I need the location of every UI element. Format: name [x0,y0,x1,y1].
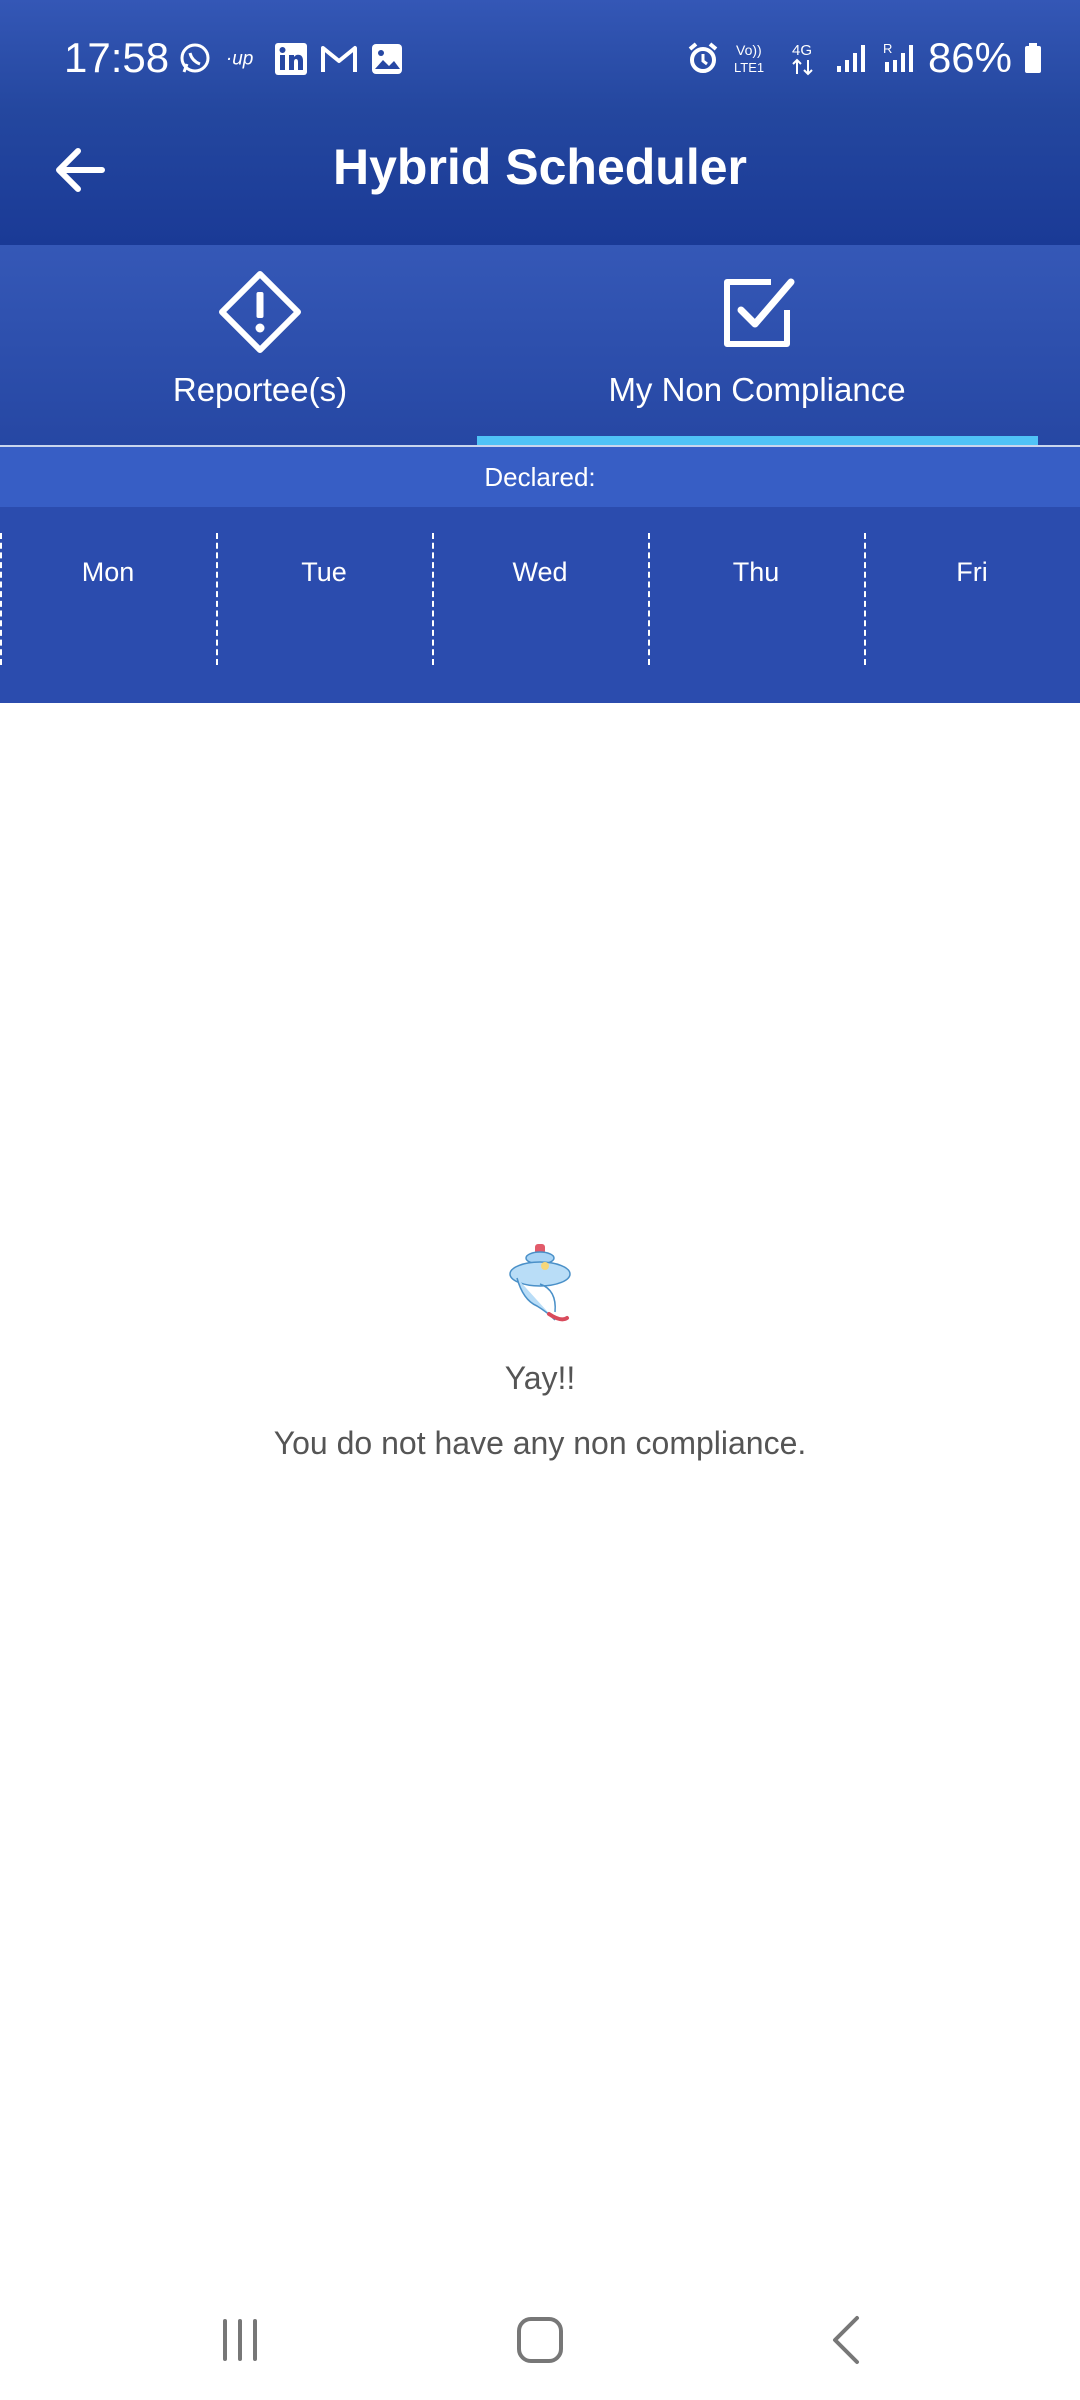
status-bar: 17:58 ·up Vo)) LTE1 4G R 86% [0,0,1080,120]
genie-icon [495,1240,585,1340]
home-icon [517,2317,563,2363]
tab-my-non-compliance-label: My Non Compliance [608,371,906,408]
app-header: 17:58 ·up Vo)) LTE1 4G R 86% Hybrid Sche… [0,0,1080,245]
svg-text:LTE1: LTE1 [734,60,764,75]
checkbox-icon [714,269,800,355]
page-title: Hybrid Scheduler [333,139,747,195]
day-column-thu: Thu [648,533,864,665]
battery-percentage: 86% [927,34,1012,81]
day-label: Wed [512,557,568,587]
gmail-icon [320,40,358,78]
alarm-icon [684,39,722,77]
svg-text:R: R [883,41,892,56]
signal-icon [832,39,870,77]
empty-state-title: Yay!! [504,1360,576,1396]
recents-icon [223,2319,257,2361]
svg-text:Vo)): Vo)) [736,42,762,58]
battery-icon [1022,39,1044,77]
day-column-fri: Fri [864,533,1080,665]
tab-bar: Reportee(s) My Non Compliance [0,245,1080,445]
linkedin-icon [272,40,310,78]
selected-tab-indicator [477,436,1038,445]
system-status-icons: Vo)) LTE1 4G R 86% [684,34,1044,82]
back-icon [833,2316,859,2364]
tab-my-non-compliance[interactable]: My Non Compliance [497,245,1017,445]
empty-state-message: You do not have any non compliance. [273,1425,807,1461]
recents-button[interactable] [190,2300,290,2380]
status-time: 17:58 [64,34,170,81]
tab-reportees[interactable]: Reportee(s) [0,245,520,445]
day-label: Mon [81,557,135,587]
svg-text:4G: 4G [792,42,812,59]
empty-state: Yay!! You do not have any non compliance… [0,1240,1080,1462]
volte-icon: Vo)) LTE1 [732,39,774,77]
4g-icon: 4G [784,39,822,77]
notification-icons: ·up [176,40,406,78]
day-column-mon: Mon [0,533,216,665]
day-column-tue: Tue [216,533,432,665]
day-label: Tue [301,557,347,587]
tab-reportees-label: Reportee(s) [172,371,348,408]
day-label: Thu [732,557,780,587]
home-button[interactable] [490,2300,590,2380]
day-column-wed: Wed [432,533,648,665]
days-panel: Mon Tue Wed Thu Fri [0,507,1080,703]
declared-bar: Declared: [0,447,1080,507]
declared-label: Declared: [484,461,596,492]
warning-diamond-icon [217,269,303,355]
whatsapp-icon [176,40,214,78]
system-navigation-bar [0,2280,1080,2400]
up-icon: ·up [224,40,262,78]
signal-roaming-icon: R [880,39,918,77]
nav-back-button[interactable] [795,2300,895,2380]
gallery-icon [368,40,406,78]
svg-text:·up: ·up [226,49,253,70]
day-label: Fri [956,557,988,587]
